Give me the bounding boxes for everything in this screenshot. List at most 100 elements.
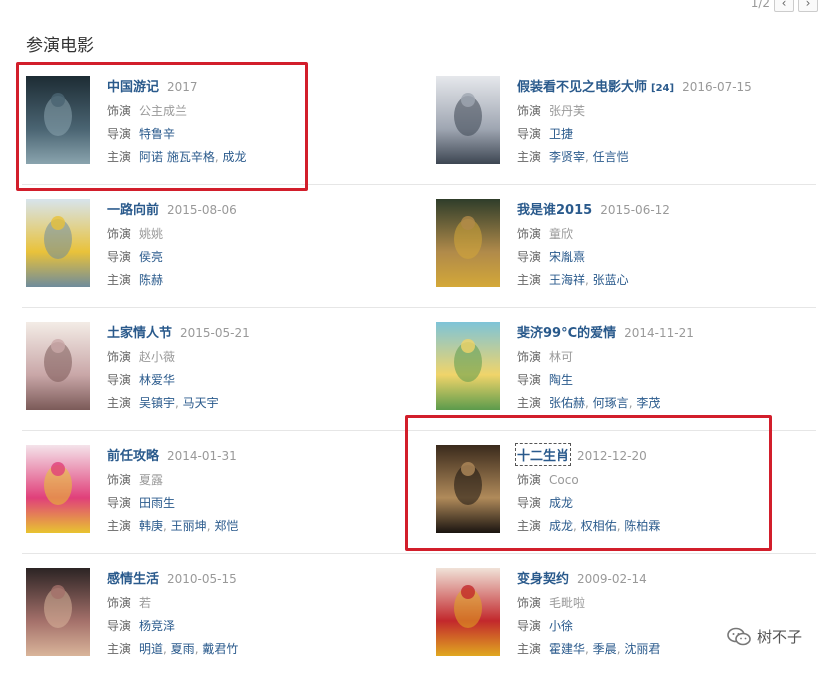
cast-line-label: 主演 xyxy=(107,150,132,164)
role-line-label: 饰演 xyxy=(107,227,132,241)
movie-title[interactable]: 假装看不见之电影大师 xyxy=(517,76,647,95)
movie-title[interactable]: 斐济99°C的爱情 xyxy=(517,322,616,341)
cast-line-label: 主演 xyxy=(107,519,132,533)
role-line-value: 毛毗啦 xyxy=(549,596,586,610)
role-line: 饰演 姚姚 xyxy=(107,223,407,246)
role-line: 饰演 林可 xyxy=(517,346,817,369)
next-page-button[interactable]: › xyxy=(798,0,818,12)
director-line-link[interactable]: 杨竞泽 xyxy=(139,619,175,633)
movie-grid: 中国游记 2017 饰演 公主成兰 导演 特鲁辛 主演 阿诺 施瓦辛格, 成龙 假装看不见之电影… xyxy=(22,62,816,676)
role-line-value: 若 xyxy=(139,596,152,610)
director-line-link[interactable]: 特鲁辛 xyxy=(139,127,175,141)
cast-line-link[interactable]: 李贤宰 xyxy=(549,150,585,164)
director-line: 导演 陶生 xyxy=(517,369,817,392)
cast-line-link[interactable]: 明道 xyxy=(139,642,163,656)
cast-line-link[interactable]: 成龙 xyxy=(222,150,246,164)
movie-row: 中国游记 2017 饰演 公主成兰 导演 特鲁辛 主演 阿诺 施瓦辛格, 成龙 假装看不见之电影… xyxy=(22,62,816,185)
prev-page-button[interactable]: ‹ xyxy=(774,0,794,12)
director-line-label: 导演 xyxy=(107,127,132,141)
role-line: 饰演 赵小薇 xyxy=(107,346,407,369)
cast-line-link[interactable]: 任言恺 xyxy=(593,150,629,164)
director-line-link[interactable]: 田雨生 xyxy=(139,496,175,510)
movie-title[interactable]: 土家情人节 xyxy=(107,322,172,341)
citation-link[interactable]: [24] xyxy=(651,83,674,94)
cast-line-link[interactable]: 王丽坤 xyxy=(171,519,207,533)
director-line: 导演 杨竞泽 xyxy=(107,615,407,638)
cast-line-link[interactable]: 霍建华 xyxy=(549,642,585,656)
role-line-label: 饰演 xyxy=(107,596,132,610)
movie-poster[interactable] xyxy=(436,445,500,533)
cast-line: 主演 陈赫 xyxy=(107,269,407,292)
director-line-link[interactable]: 卫捷 xyxy=(549,127,573,141)
director-line-link[interactable]: 成龙 xyxy=(549,496,573,510)
cast-line: 主演 成龙, 权相佑, 陈柏霖 xyxy=(517,515,817,538)
movie-poster[interactable] xyxy=(436,199,500,287)
movie-poster[interactable] xyxy=(26,445,90,533)
role-line-label: 饰演 xyxy=(517,104,542,118)
movie-title[interactable]: 前任攻略 xyxy=(107,445,159,464)
cast-line-link[interactable]: 成龙 xyxy=(549,519,573,533)
movie-poster[interactable] xyxy=(436,322,500,410)
movie-info: 十二生肖 2012-12-20 饰演 Coco 导演 成龙 主演 成龙, 权相佑, 陈柏霖 xyxy=(514,443,817,538)
cast-line-link[interactable]: 马天宇 xyxy=(183,396,219,410)
cast-line: 主演 阿诺 施瓦辛格, 成龙 xyxy=(107,146,407,169)
cast-line-link[interactable]: 戴君竹 xyxy=(202,642,238,656)
director-line-link[interactable]: 林爱华 xyxy=(139,373,175,387)
director-line-link[interactable]: 陶生 xyxy=(549,373,573,387)
movie-title[interactable]: 变身契约 xyxy=(517,568,569,587)
cast-line-link[interactable]: 韩庚 xyxy=(139,519,163,533)
director-line-label: 导演 xyxy=(517,619,542,633)
role-line-value: 姚姚 xyxy=(139,227,164,241)
movie-poster[interactable] xyxy=(436,76,500,164)
movie-poster[interactable] xyxy=(26,568,90,656)
director-line: 导演 成龙 xyxy=(517,492,817,515)
movie-date: 2015-08-06 xyxy=(167,203,237,217)
cast-line-link[interactable]: 王海祥 xyxy=(549,273,585,287)
movie-title-line: 一路向前 2015-08-06 xyxy=(107,199,407,223)
cast-line-separator: , xyxy=(585,273,593,287)
cast-line-link[interactable]: 张佑赫 xyxy=(549,396,585,410)
cast-line-link[interactable]: 李茂 xyxy=(636,396,660,410)
cast-line-link[interactable]: 权相佑 xyxy=(581,519,617,533)
movie-title[interactable]: 我是谁2015 xyxy=(517,199,592,218)
role-line: 饰演 夏露 xyxy=(107,469,407,492)
role-line-value: 童欣 xyxy=(549,227,574,241)
pagination: 1/2 ‹ › xyxy=(751,0,818,12)
movie-title-line: 十二生肖 2012-12-20 xyxy=(514,443,817,469)
director-line-label: 导演 xyxy=(107,250,132,264)
director-line-label: 导演 xyxy=(517,250,542,264)
movie-row: 感情生活 2010-05-15 饰演若导演 杨竞泽 主演 明道, 夏雨, 戴君竹 变身契约 2… xyxy=(22,554,816,676)
movie-title[interactable]: 感情生活 xyxy=(107,568,159,587)
movie-info: 一路向前 2015-08-06 饰演 姚姚 导演 侯亮 主演 陈赫 xyxy=(107,199,407,292)
cast-line-link[interactable]: 陈柏霖 xyxy=(624,519,660,533)
cast-line-link[interactable]: 何琢言 xyxy=(593,396,629,410)
movie-poster[interactable] xyxy=(436,568,500,656)
role-line-label: 饰演 xyxy=(107,350,132,364)
cast-line-link[interactable]: 吴镇宇 xyxy=(139,396,175,410)
movie-date: 2014-11-21 xyxy=(624,326,694,340)
movie-poster[interactable] xyxy=(26,199,90,287)
director-line-link[interactable]: 宋胤熹 xyxy=(549,250,585,264)
movie-title[interactable]: 十二生肖 xyxy=(514,443,572,466)
movie-title[interactable]: 中国游记 xyxy=(107,76,159,95)
director-line-label: 导演 xyxy=(107,496,132,510)
cast-line-link[interactable]: 阿诺 施瓦辛格 xyxy=(139,150,215,164)
cast-line-link[interactable]: 张蓝心 xyxy=(593,273,629,287)
cast-line-link[interactable]: 郑恺 xyxy=(214,519,238,533)
cast-line-link[interactable]: 陈赫 xyxy=(139,273,163,287)
movie-title-line: 假装看不见之电影大师 [24] 2016-07-15 xyxy=(517,76,817,100)
page-indicator: 1/2 xyxy=(750,0,770,10)
movie-title-line: 变身契约 2009-02-14 xyxy=(517,568,817,592)
movie-poster[interactable] xyxy=(26,76,90,164)
movie-title[interactable]: 一路向前 xyxy=(107,199,159,218)
cast-line-link[interactable]: 季晨 xyxy=(593,642,617,656)
role-line-value: 林可 xyxy=(549,350,574,364)
movie-poster[interactable] xyxy=(26,322,90,410)
director-line-link[interactable]: 侯亮 xyxy=(139,250,163,264)
director-line-link[interactable]: 小徐 xyxy=(549,619,573,633)
cast-line-link[interactable]: 沈丽君 xyxy=(624,642,660,656)
cast-line-link[interactable]: 夏雨 xyxy=(171,642,195,656)
cast-line-separator: , xyxy=(585,150,593,164)
role-line-value: 张丹芙 xyxy=(549,104,586,118)
movie-title-line: 我是谁2015 2015-06-12 xyxy=(517,199,817,223)
